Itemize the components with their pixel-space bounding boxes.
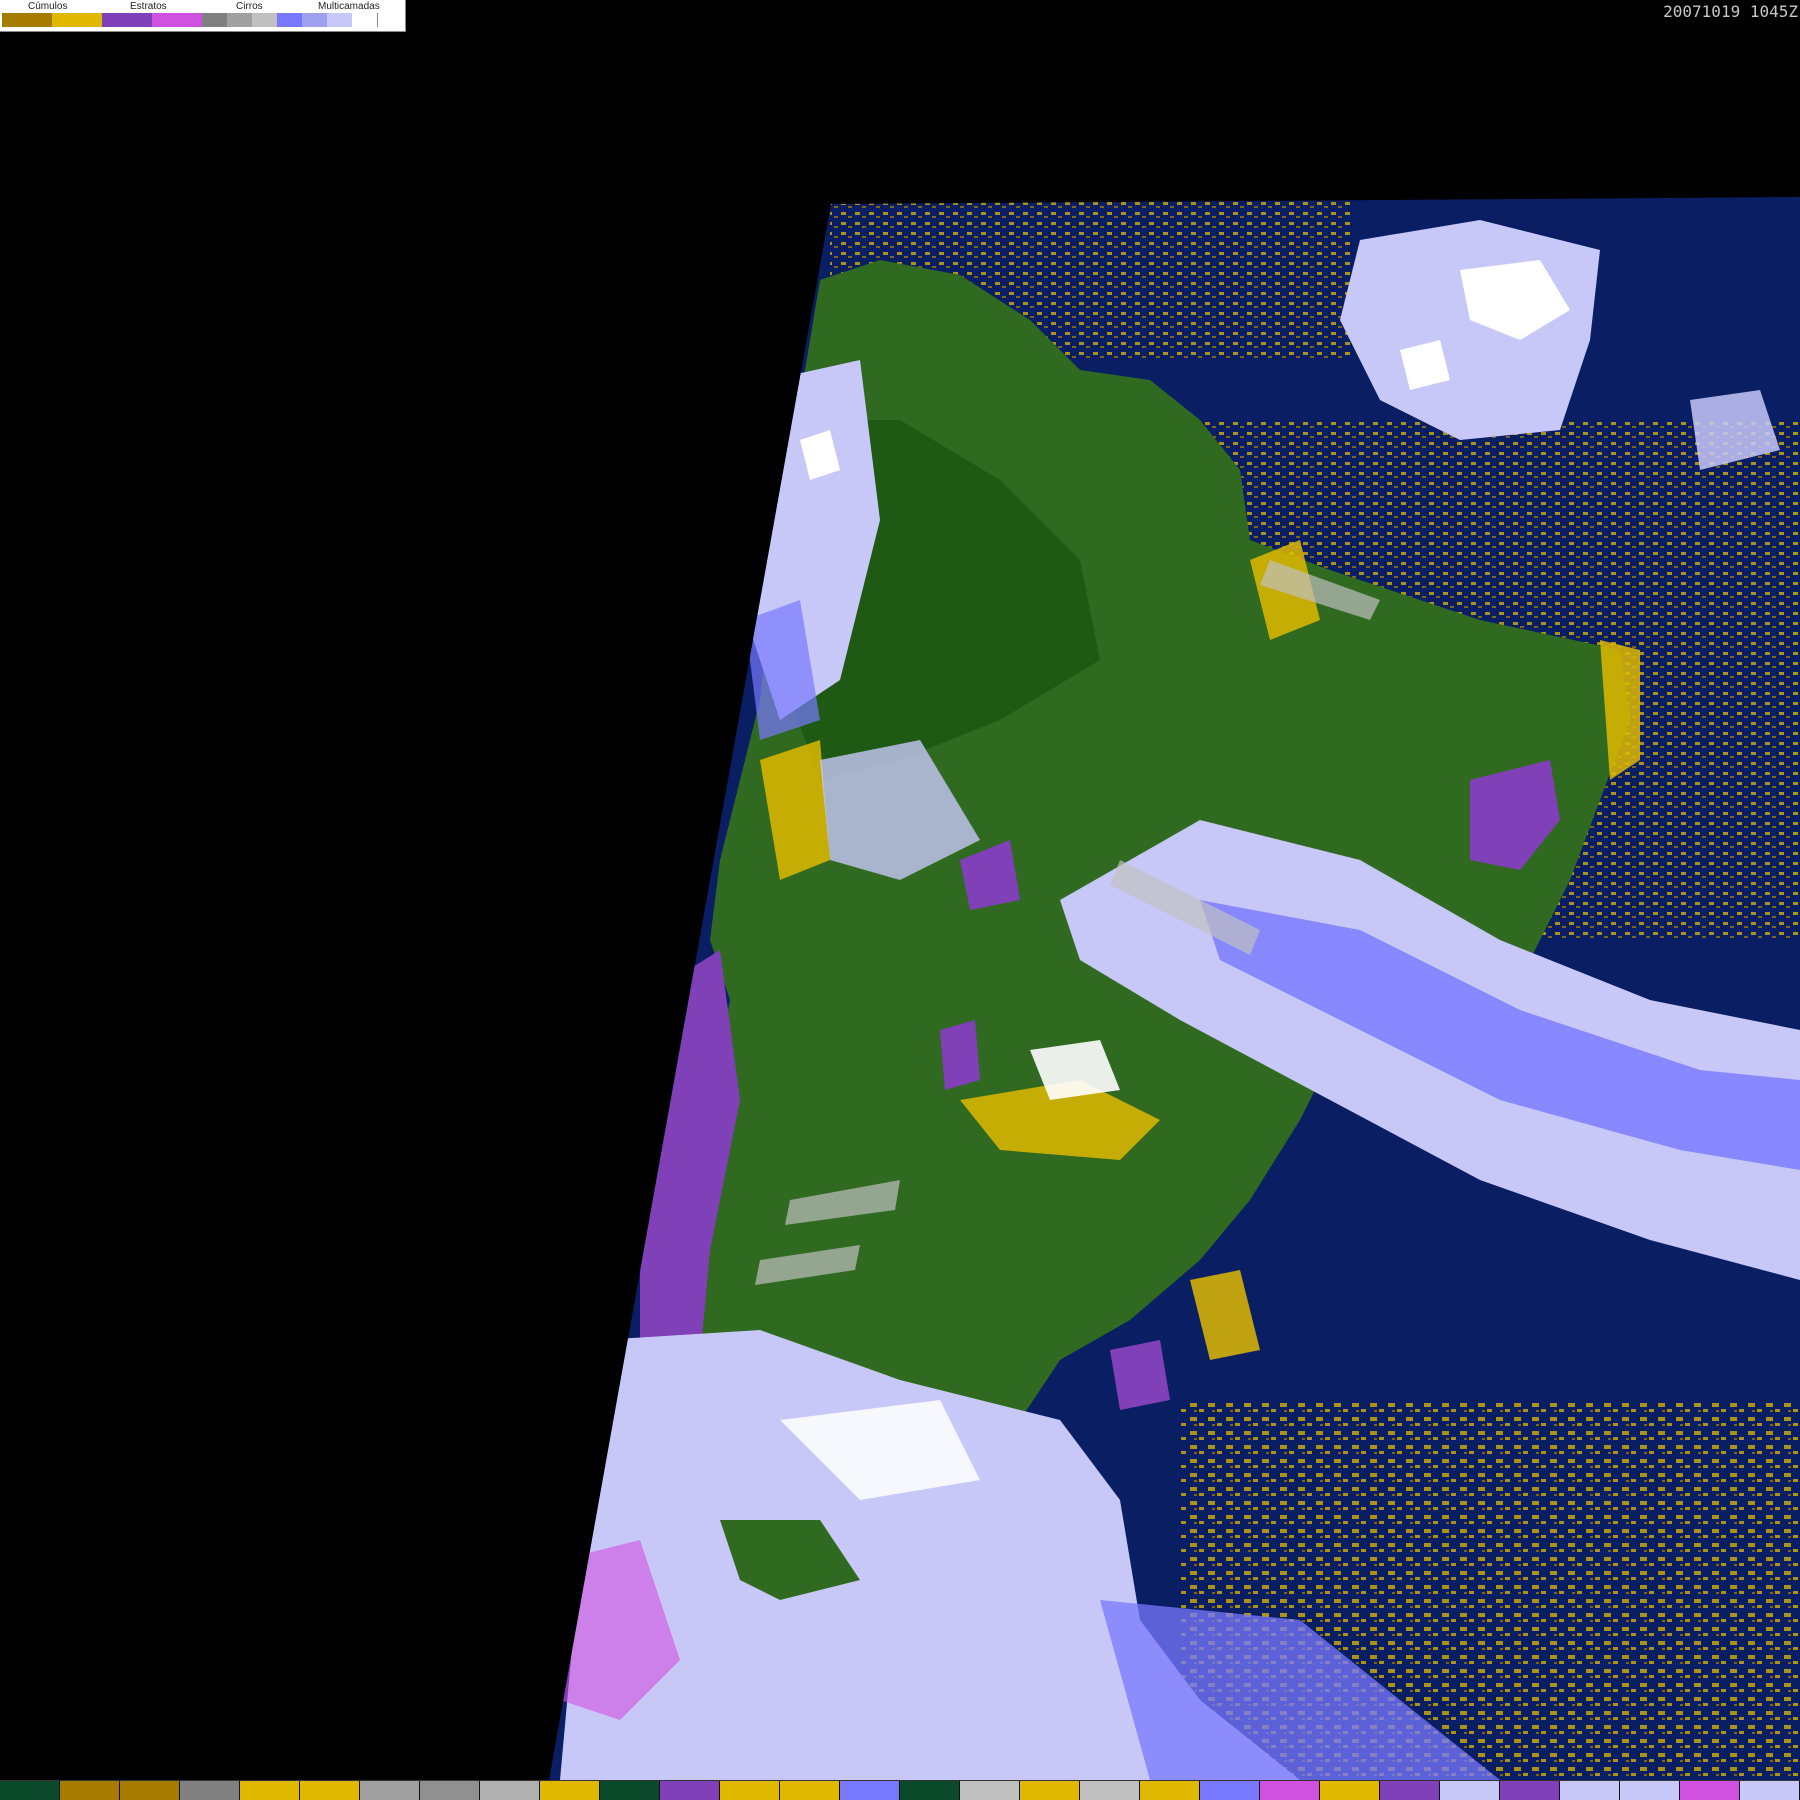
bottom-color-bar	[0, 1780, 1800, 1800]
bottom-bar-cell	[1440, 1781, 1500, 1800]
satellite-cloud-map	[549, 197, 1800, 1780]
bottom-bar-cell	[1620, 1781, 1680, 1800]
bottom-bar-cell	[1500, 1781, 1560, 1800]
bottom-bar-cell	[480, 1781, 540, 1800]
bottom-bar-cell	[540, 1781, 600, 1800]
bottom-bar-cell	[420, 1781, 480, 1800]
bottom-bar-cell	[1320, 1781, 1380, 1800]
bottom-bar-cell	[1740, 1781, 1800, 1800]
bottom-bar-cell	[1560, 1781, 1620, 1800]
bottom-bar-cell	[1200, 1781, 1260, 1800]
bottom-bar-cell	[840, 1781, 900, 1800]
bottom-bar-cell	[300, 1781, 360, 1800]
bottom-bar-cell	[1380, 1781, 1440, 1800]
bottom-bar-cell	[1020, 1781, 1080, 1800]
bottom-bar-cell	[1080, 1781, 1140, 1800]
bottom-bar-cell	[660, 1781, 720, 1800]
bottom-bar-cell	[1680, 1781, 1740, 1800]
bottom-bar-cell	[960, 1781, 1020, 1800]
bottom-bar-cell	[0, 1781, 60, 1800]
bottom-bar-cell	[1260, 1781, 1320, 1800]
bottom-bar-cell	[120, 1781, 180, 1800]
bottom-bar-cell	[60, 1781, 120, 1800]
bottom-bar-cell	[720, 1781, 780, 1800]
bottom-bar-cell	[900, 1781, 960, 1800]
bottom-bar-cell	[1140, 1781, 1200, 1800]
bottom-bar-cell	[780, 1781, 840, 1800]
bottom-bar-cell	[360, 1781, 420, 1800]
bottom-bar-cell	[600, 1781, 660, 1800]
bottom-bar-cell	[240, 1781, 300, 1800]
bottom-bar-cell	[180, 1781, 240, 1800]
